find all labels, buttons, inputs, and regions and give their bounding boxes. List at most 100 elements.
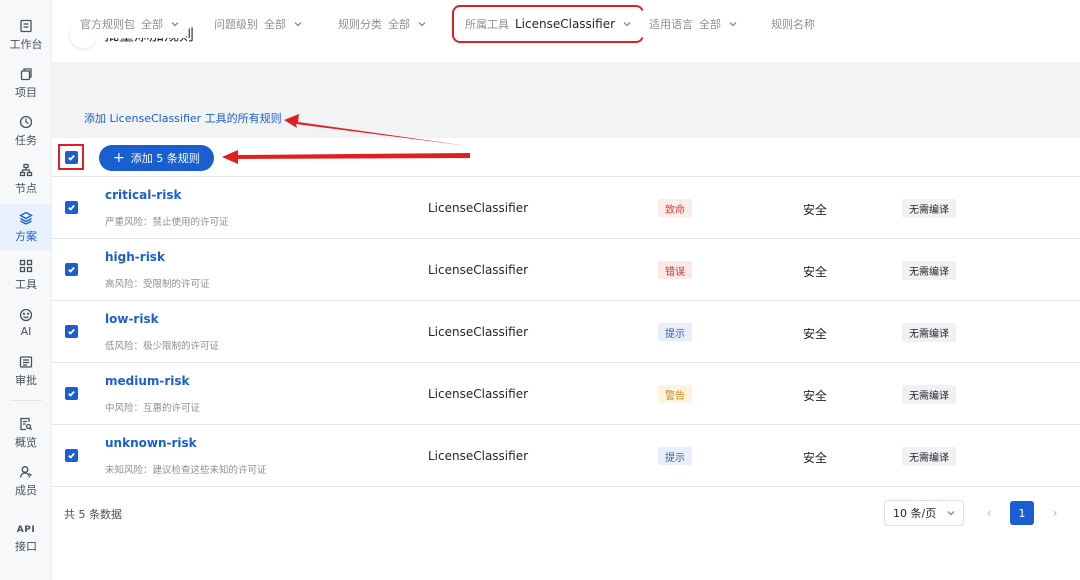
filter-official-pack[interactable]: 官方规则包 全部 bbox=[72, 10, 187, 38]
rule-description: 低风险：极少限制的许可证 bbox=[105, 341, 220, 352]
select-all-checkbox[interactable] bbox=[64, 150, 78, 164]
annotation-arrow-to-button bbox=[222, 150, 470, 164]
sidebar-item-label: 项目 bbox=[15, 85, 37, 99]
sidebar-item-projects[interactable]: 项目 bbox=[0, 60, 52, 106]
sidebar-item-nodes[interactable]: 节点 bbox=[0, 156, 52, 202]
sidebar-item-overview[interactable]: 概览 bbox=[0, 410, 52, 456]
add-all-tool-rules-link[interactable]: 添加 LicenseClassifier 工具的所有规则 bbox=[84, 110, 282, 126]
copy-icon bbox=[20, 67, 32, 80]
filter-label: 适用语言 bbox=[649, 18, 693, 31]
chevron-down-icon bbox=[418, 20, 426, 28]
filter-value: 全部 bbox=[264, 18, 286, 31]
severity-badge: 致命 bbox=[658, 199, 692, 217]
rule-description: 未知风险：建议检查这些未知的许可证 bbox=[105, 465, 267, 476]
compile-badge: 无需编译 bbox=[902, 199, 956, 218]
sidebar-item-label: 任务 bbox=[15, 133, 37, 147]
filter-issue-level[interactable]: 问题级别 全部 bbox=[206, 10, 310, 38]
check-icon bbox=[68, 390, 75, 397]
prev-page-button[interactable]: ‹ bbox=[980, 504, 998, 522]
next-page-button[interactable]: › bbox=[1046, 504, 1064, 522]
rule-name-link[interactable]: unknown-risk bbox=[105, 436, 197, 450]
sidebar-item-label: 概览 bbox=[15, 435, 37, 449]
document-icon bbox=[20, 19, 32, 32]
rule-category: 安全 bbox=[803, 327, 828, 341]
sidebar-item-label: 审批 bbox=[15, 373, 37, 387]
rule-name-search-input[interactable]: 规则名称 bbox=[763, 10, 859, 38]
rule-category: 安全 bbox=[803, 451, 828, 465]
page-1-button[interactable]: 1 bbox=[1010, 501, 1034, 525]
check-icon bbox=[68, 266, 75, 273]
compile-badge: 无需编译 bbox=[902, 323, 956, 342]
hierarchy-icon bbox=[19, 163, 33, 176]
row-checkbox[interactable] bbox=[65, 325, 78, 338]
sidebar-item-tasks[interactable]: 任务 bbox=[0, 108, 52, 154]
grid-icon bbox=[19, 259, 33, 272]
rule-name-link[interactable]: low-risk bbox=[105, 312, 159, 326]
filter-label: 问题级别 bbox=[214, 18, 258, 31]
rule-tool: LicenseClassifier bbox=[428, 201, 529, 215]
table-row: critical-risk 严重风险：禁止使用的许可证 LicenseClass… bbox=[52, 177, 1080, 239]
severity-badge: 提示 bbox=[658, 323, 692, 341]
rule-category: 安全 bbox=[803, 203, 828, 217]
smile-icon bbox=[19, 308, 33, 322]
rule-name-link[interactable]: high-risk bbox=[105, 250, 165, 264]
chevron-left-icon: ‹ bbox=[986, 506, 992, 520]
rule-name-link[interactable]: medium-risk bbox=[105, 374, 190, 388]
plus-icon: + bbox=[113, 150, 125, 166]
severity-badge: 错误 bbox=[658, 261, 692, 279]
sidebar-item-plans[interactable]: 方案 bbox=[0, 204, 52, 250]
page-size-select[interactable]: 10 条/页 bbox=[884, 500, 964, 526]
filter-tool[interactable]: 所属工具 LicenseClassifier bbox=[451, 5, 645, 43]
sidebar-item-label: 工具 bbox=[15, 277, 37, 291]
rule-name-placeholder: 规则名称 bbox=[771, 18, 815, 31]
layers-icon bbox=[19, 211, 33, 225]
filter-rule-category[interactable]: 规则分类 全部 bbox=[330, 10, 434, 38]
sidebar-item-members[interactable]: 成员 bbox=[0, 458, 52, 504]
table-row: high-risk 高风险：受限制的许可证 LicenseClassifier … bbox=[52, 239, 1080, 301]
row-checkbox[interactable] bbox=[65, 449, 78, 462]
select-all-highlight bbox=[58, 144, 84, 170]
sidebar-item-ai[interactable]: AI bbox=[0, 300, 52, 346]
report-search-icon bbox=[20, 417, 33, 430]
rule-tool: LicenseClassifier bbox=[428, 325, 529, 339]
rule-description: 高风险：受限制的许可证 bbox=[105, 279, 210, 290]
sidebar-item-label: 接口 bbox=[15, 539, 37, 553]
chevron-down-icon bbox=[294, 20, 302, 28]
filter-label: 官方规则包 bbox=[80, 18, 135, 31]
chevron-down-icon bbox=[947, 509, 955, 517]
list-icon bbox=[19, 355, 33, 368]
row-checkbox[interactable] bbox=[65, 387, 78, 400]
total-count: 共 5 条数据 bbox=[64, 508, 122, 521]
sidebar-item-label: 工作台 bbox=[9, 37, 43, 51]
row-checkbox[interactable] bbox=[65, 201, 78, 214]
sidebar-item-workbench[interactable]: 工作台 bbox=[0, 12, 52, 58]
sidebar-item-label: AI bbox=[20, 325, 32, 338]
filter-value: 全部 bbox=[141, 18, 163, 31]
add-rules-button[interactable]: + 添加 5 条规则 bbox=[99, 145, 214, 171]
table-row: unknown-risk 未知风险：建议检查这些未知的许可证 LicenseCl… bbox=[52, 425, 1080, 487]
table-row: low-risk 低风险：极少限制的许可证 LicenseClassifier … bbox=[52, 301, 1080, 363]
sidebar-item-api[interactable]: API 接口 bbox=[0, 516, 52, 562]
chevron-down-icon bbox=[171, 20, 179, 28]
check-icon bbox=[68, 452, 75, 459]
severity-badge: 提示 bbox=[658, 447, 692, 465]
check-icon bbox=[67, 154, 75, 161]
row-checkbox[interactable] bbox=[65, 263, 78, 276]
api-icon: API bbox=[16, 524, 36, 535]
app-root: 工作台 项目 任务 节点 方案 工具 AI 审批 概览 成员 API 接口 官方… bbox=[0, 0, 1080, 580]
page-size-value: 10 条/页 bbox=[893, 507, 937, 520]
filter-language[interactable]: 适用语言 全部 bbox=[641, 10, 745, 38]
rule-description: 中风险：互惠的许可证 bbox=[105, 403, 201, 414]
chevron-right-icon: › bbox=[1052, 506, 1058, 520]
rule-tool: LicenseClassifier bbox=[428, 449, 529, 463]
sidebar-item-label: 方案 bbox=[15, 229, 37, 243]
sidebar-divider bbox=[10, 400, 42, 401]
sidebar-item-tools[interactable]: 工具 bbox=[0, 252, 52, 298]
sidebar-item-label: 节点 bbox=[15, 181, 37, 195]
rule-name-link[interactable]: critical-risk bbox=[105, 188, 181, 202]
filter-value: 全部 bbox=[388, 18, 410, 31]
add-rules-label: 添加 5 条规则 bbox=[130, 152, 200, 165]
sidebar-item-approval[interactable]: 审批 bbox=[0, 348, 52, 394]
compile-badge: 无需编译 bbox=[902, 447, 956, 466]
sidebar: 工作台 项目 任务 节点 方案 工具 AI 审批 概览 成员 API 接口 bbox=[0, 0, 52, 580]
